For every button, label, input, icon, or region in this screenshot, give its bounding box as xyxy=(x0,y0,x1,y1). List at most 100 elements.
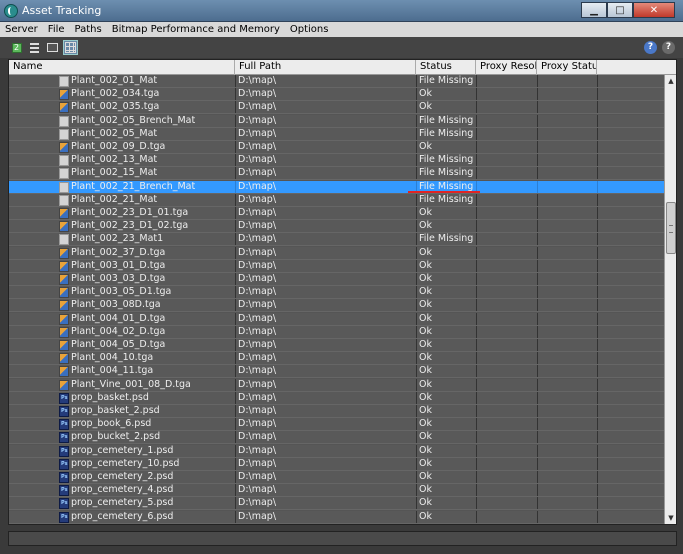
column-divider xyxy=(597,246,598,259)
table-row[interactable]: Plant_002_05_Mat D:\map\ File Missing xyxy=(9,127,664,141)
column-divider xyxy=(416,207,417,219)
cell-name: Plant_004_01_D.tga xyxy=(71,312,166,324)
table-row[interactable]: Plant_004_01_D.tga D:\map\ Ok xyxy=(9,312,664,326)
column-divider xyxy=(597,471,598,483)
help-button[interactable]: ? xyxy=(643,40,658,55)
column-divider xyxy=(235,207,236,219)
column-divider xyxy=(537,365,538,378)
maximize-button[interactable]: □ xyxy=(607,2,633,18)
minimize-button[interactable]: ▁ xyxy=(581,2,607,18)
table-row[interactable]: Plant_002_23_D1_02.tga D:\map\ Ok xyxy=(9,220,664,234)
cell-name: Plant_002_15_Mat xyxy=(71,167,158,179)
asset-table: Name Full Path Status Proxy Resol... Pro… xyxy=(8,59,677,525)
cell-status: Ok xyxy=(419,457,432,469)
cell-name: prop_cemetery_4.psd xyxy=(71,484,174,496)
material-file-icon xyxy=(59,181,69,193)
table-row[interactable]: Plant_002_035.tga D:\map\ Ok xyxy=(9,101,664,115)
table-row[interactable]: prop_basket.psd D:\map\ Ok xyxy=(9,391,664,405)
cell-name: prop_cemetery_5.psd xyxy=(71,497,174,509)
table-row[interactable]: Plant_002_21_Mat D:\map\ File Missing xyxy=(9,193,664,207)
tga-file-icon xyxy=(59,221,69,233)
cell-name: prop_cemetery_6.psd xyxy=(71,510,174,522)
tga-file-icon xyxy=(59,274,69,285)
column-divider xyxy=(537,180,538,193)
table-row[interactable]: prop_cemetery_5.psd D:\map\ Ok xyxy=(9,497,664,511)
thumbnail-view-button[interactable] xyxy=(45,40,60,55)
column-header-proxy-status[interactable]: Proxy Status xyxy=(537,60,597,75)
vertical-scrollbar[interactable]: ▲ ▼ xyxy=(664,75,676,524)
column-divider xyxy=(597,299,598,312)
table-view-button[interactable] xyxy=(63,40,78,55)
table-row[interactable]: prop_basket_2.psd D:\map\ Ok xyxy=(9,405,664,418)
cell-status: File Missing xyxy=(419,154,474,166)
column-divider xyxy=(537,497,538,510)
column-divider xyxy=(235,299,236,312)
column-divider xyxy=(476,457,477,470)
column-divider xyxy=(416,431,417,444)
table-row[interactable]: Plant_004_11.tga D:\map\ Ok xyxy=(9,365,664,379)
title-bar: Asset Tracking ▁ □ ✕ xyxy=(0,0,683,22)
table-row[interactable]: Plant_002_23_Mat1 D:\map\ File Missing xyxy=(9,233,664,247)
table-row[interactable]: Plant_002_15_Mat D:\map\ File Missing xyxy=(9,167,664,181)
column-divider xyxy=(235,75,236,87)
table-row[interactable]: Plant_003_08D.tga D:\map\ Ok xyxy=(9,299,664,313)
table-row[interactable]: Plant_003_05_D1.tga D:\map\ Ok xyxy=(9,286,664,300)
table-row[interactable]: Plant_002_21_Brench_Mat D:\map\ File Missi… xyxy=(9,180,664,194)
table-row[interactable]: Plant_003_01_D.tga D:\map\ Ok xyxy=(9,259,664,273)
table-row[interactable]: Plant_003_03_D.tga D:\map\ Ok xyxy=(9,273,664,286)
menu-bitmap-performance[interactable]: Bitmap Performance and Memory xyxy=(107,24,285,35)
column-divider xyxy=(416,299,417,312)
table-row[interactable]: Plant_002_13_Mat D:\map\ File Missing xyxy=(9,154,664,168)
column-divider xyxy=(416,246,417,259)
column-divider xyxy=(235,457,236,470)
menu-paths[interactable]: Paths xyxy=(70,24,107,35)
column-divider xyxy=(476,418,477,431)
table-row[interactable]: prop_book_6.psd D:\map\ Ok xyxy=(9,418,664,432)
column-divider xyxy=(476,246,477,259)
column-divider xyxy=(416,497,417,510)
table-row[interactable]: Plant_004_10.tga D:\map\ Ok xyxy=(9,352,664,366)
cell-path: D:\map\ xyxy=(238,88,277,100)
list-view-button[interactable] xyxy=(27,40,42,55)
menu-options[interactable]: Options xyxy=(285,24,334,35)
column-header-status[interactable]: Status xyxy=(416,60,476,75)
refresh-button[interactable]: 2 xyxy=(9,40,24,55)
scroll-thumb[interactable] xyxy=(666,202,676,254)
column-divider xyxy=(597,207,598,219)
cell-status: Ok xyxy=(419,207,432,218)
table-row[interactable]: Plant_004_02_D.tga D:\map\ Ok xyxy=(9,325,664,339)
menu-file[interactable]: File xyxy=(43,24,70,35)
table-row[interactable]: Plant_002_37_D.tga D:\map\ Ok xyxy=(9,246,664,260)
column-divider xyxy=(416,114,417,127)
table-row[interactable]: Plant_Vine_001_08_D.tga D:\map\ Ok xyxy=(9,378,664,392)
table-row[interactable]: Plant_002_09_D.tga D:\map\ Ok xyxy=(9,141,664,154)
table-row[interactable]: prop_cemetery_2.psd D:\map\ Ok xyxy=(9,471,664,484)
column-header-name[interactable]: Name xyxy=(9,60,235,75)
scroll-down-arrow-icon[interactable]: ▼ xyxy=(665,512,676,524)
table-row[interactable]: prop_bucket_2.psd D:\map\ Ok xyxy=(9,431,664,445)
column-divider xyxy=(416,101,417,114)
context-help-button[interactable]: ? xyxy=(661,40,676,55)
cell-path: D:\map\ xyxy=(238,352,277,364)
column-divider xyxy=(476,154,477,167)
column-divider xyxy=(476,365,477,378)
table-row[interactable]: Plant_002_05_Brench_Mat D:\map\ File Missi… xyxy=(9,114,664,128)
table-row[interactable]: prop_cemetery_1.psd D:\map\ Ok xyxy=(9,444,664,458)
column-header-full-path[interactable]: Full Path xyxy=(235,60,416,75)
table-row[interactable]: Plant_002_23_D1_01.tga D:\map\ Ok xyxy=(9,207,664,220)
column-divider xyxy=(597,193,598,206)
close-button[interactable]: ✕ xyxy=(633,2,675,18)
table-row[interactable]: prop_cemetery_4.psd D:\map\ Ok xyxy=(9,484,664,498)
column-divider xyxy=(416,339,417,351)
column-divider xyxy=(416,273,417,285)
menu-server[interactable]: Server xyxy=(0,24,43,35)
cell-name: Plant_002_21_Mat xyxy=(71,193,158,205)
table-row[interactable]: prop_cemetery_10.psd D:\map\ Ok xyxy=(9,457,664,471)
table-row[interactable]: Plant_002_034.tga D:\map\ Ok xyxy=(9,88,664,102)
cell-status: Ok xyxy=(419,325,432,337)
scroll-up-arrow-icon[interactable]: ▲ xyxy=(665,75,676,88)
table-row[interactable]: Plant_002_01_Mat D:\map\ File Missing xyxy=(9,75,664,88)
table-row[interactable]: Plant_004_05_D.tga D:\map\ Ok xyxy=(9,339,664,352)
column-header-proxy-resolution[interactable]: Proxy Resol... xyxy=(476,60,537,75)
table-row[interactable]: prop_cemetery_6.psd D:\map\ Ok xyxy=(9,510,664,524)
